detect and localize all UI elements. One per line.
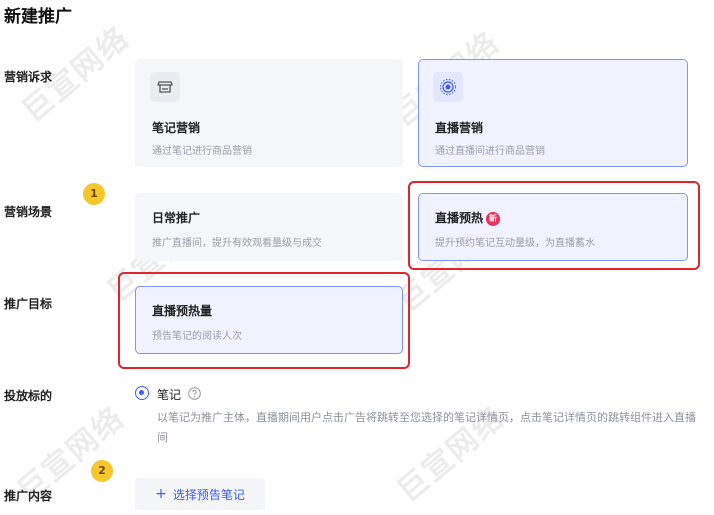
help-icon[interactable]	[188, 387, 201, 400]
scene-card-daily-promotion[interactable]: 日常推广 推广直播间，提升有效观看量级与成交	[135, 193, 403, 261]
live-icon-box	[433, 72, 463, 102]
goal-card-desc: 通过笔记进行商品营销	[152, 146, 252, 157]
highlight-frame-scene	[408, 181, 700, 270]
scene-card-desc: 推广直播间，提升有效观看量级与成交	[152, 238, 322, 249]
label-delivery-object: 投放标的	[4, 389, 53, 403]
select-preview-note-button[interactable]: + 选择预告笔记	[135, 478, 265, 510]
note-radio[interactable]	[135, 386, 149, 400]
label-promotion-target: 推广目标	[4, 297, 53, 311]
goal-card-title: 笔记营销	[152, 121, 201, 135]
label-marketing-goal: 营销诉求	[4, 70, 53, 84]
goal-card-title: 直播营销	[435, 121, 484, 135]
select-preview-note-label: 选择预告笔记	[172, 487, 245, 502]
page-title: 新建推广	[4, 7, 72, 27]
store-icon	[157, 81, 173, 93]
store-icon-box	[150, 72, 180, 102]
goal-card-live-marketing[interactable]: 直播营销 通过直播间进行商品营销	[418, 59, 688, 167]
note-radio-label[interactable]: 笔记	[157, 386, 181, 403]
label-promotion-content: 推广内容	[4, 489, 53, 503]
highlight-frame-target	[118, 272, 410, 369]
label-marketing-scene: 营销场景	[4, 205, 53, 219]
scene-card-title: 日常推广	[152, 211, 201, 225]
goal-card-note-marketing[interactable]: 笔记营销 通过笔记进行商品营销	[135, 59, 403, 167]
step-badge-2: 2	[91, 460, 113, 482]
delivery-description: 以笔记为推广主体，直播期间用户点击广告将跳转至您选择的笔记详情页，点击笔记详情页…	[157, 411, 696, 444]
goal-card-desc: 通过直播间进行商品营销	[435, 146, 545, 157]
step-badge-1: 1	[83, 183, 105, 205]
create-promotion-page: 巨宣网络 巨宣网络 巨宣网络 巨宣网络 巨宣网络 巨宣网络 新建推广 营销诉求 …	[0, 0, 714, 515]
live-icon	[440, 79, 456, 95]
plus-icon: +	[155, 486, 167, 502]
